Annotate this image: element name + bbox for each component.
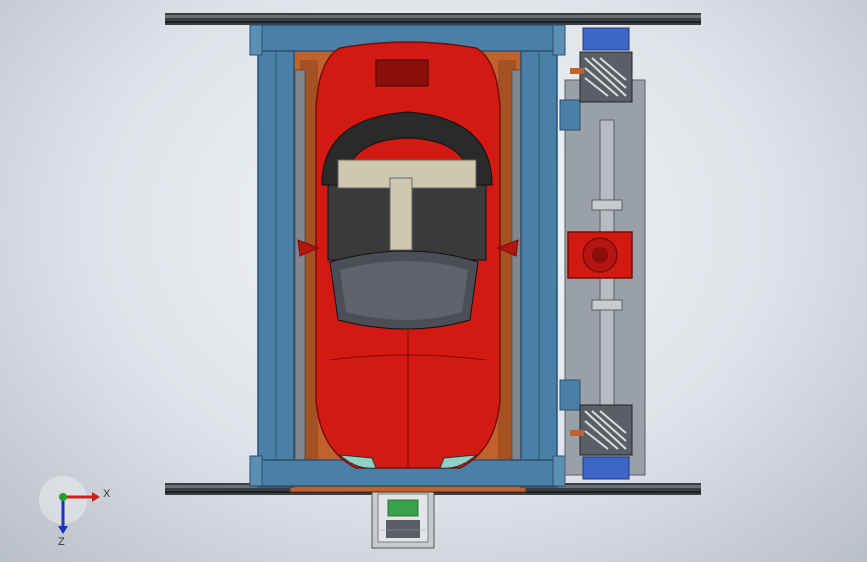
red-gearbox [567,231,633,279]
x-axis-label: X [103,488,111,500]
y-axis-dot [59,493,67,501]
cad-viewport[interactable]: X Z [0,0,867,562]
right-drive-assembly [559,27,646,480]
red-sports-car [297,41,519,469]
top-rail [165,13,701,25]
coordinate-triad: X Z [39,476,111,548]
green-circuit-board [387,499,419,517]
z-axis-label: Z [58,536,65,548]
bottom-drive-unit [371,487,435,549]
